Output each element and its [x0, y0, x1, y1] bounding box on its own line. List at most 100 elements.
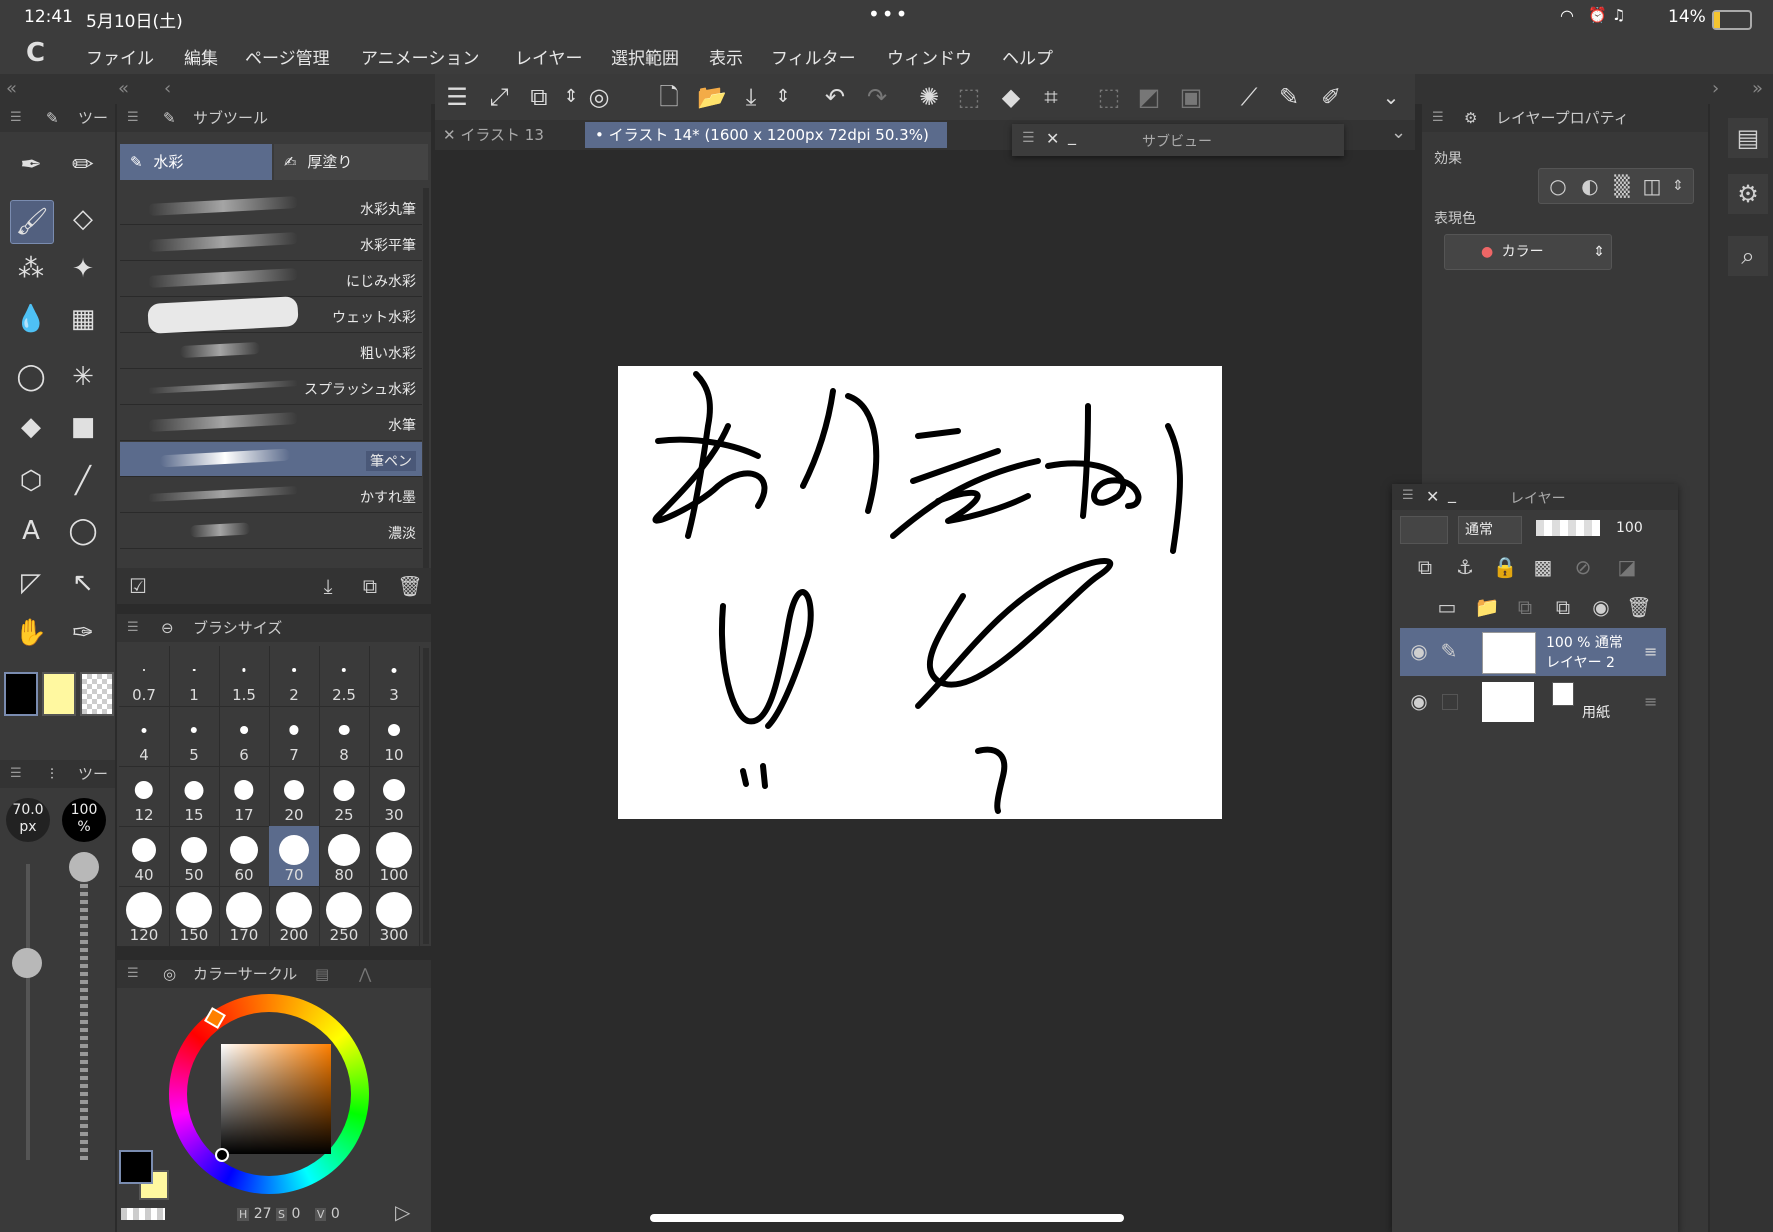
brush-size-cell[interactable]: 8	[319, 706, 370, 767]
brush-size-cell[interactable]: 15	[169, 766, 220, 827]
undo-icon[interactable]: ↶	[821, 83, 849, 111]
subtool-item-selected[interactable]: 筆ペン	[120, 442, 422, 477]
subtool-item[interactable]: 水彩平筆	[120, 226, 422, 261]
redo-icon[interactable]: ↷	[863, 83, 891, 111]
brush-size-cell[interactable]: 50	[169, 826, 220, 887]
home-indicator[interactable]	[650, 1214, 1124, 1222]
save-icon[interactable]: ⤓	[737, 83, 765, 111]
ruler-tool-icon[interactable]: ↖	[66, 566, 100, 600]
layer-type-button[interactable]	[1400, 516, 1448, 544]
brush-tool-icon[interactable]: 🖌	[10, 200, 54, 244]
subtool-item[interactable]: スプラッシュ水彩	[120, 370, 422, 405]
blend-tool-icon[interactable]: 💧	[14, 302, 48, 336]
panel-menu-icon[interactable]: ☰	[1432, 104, 1444, 132]
brush-size-cell[interactable]: 2	[269, 646, 320, 707]
clipping-icon[interactable]: ⧉	[1412, 554, 1438, 580]
lasso-tool-icon[interactable]: ◯	[14, 360, 48, 394]
tab-illust-13[interactable]: ✕ イラスト 13	[443, 124, 583, 148]
balloon-tool-icon[interactable]: ◯	[66, 514, 100, 548]
effect-more-icon[interactable]: ⇕	[1665, 173, 1691, 199]
text-tool-icon[interactable]: A	[14, 514, 48, 548]
object-tool-icon[interactable]: ⬡	[14, 464, 48, 498]
drawing-canvas[interactable]	[618, 366, 1222, 819]
menu-animation[interactable]: アニメーション	[361, 44, 479, 69]
duplicate-icon[interactable]: ⧉	[1550, 594, 1576, 620]
select-invert-icon[interactable]: ⬚	[1095, 83, 1123, 111]
trash-icon[interactable]: 🗑	[397, 573, 423, 599]
subtool-item[interactable]: にじみ水彩	[120, 262, 422, 297]
gradient-tool-icon[interactable]: ■	[66, 410, 100, 444]
extract-line-icon[interactable]: ◐	[1577, 173, 1603, 199]
panel-menu-icon[interactable]: ☰	[127, 614, 139, 642]
eyedropper-tool-icon[interactable]: ✑	[66, 616, 100, 650]
close-icon[interactable]: ✕	[1046, 129, 1059, 148]
color-slider-tab-icon[interactable]: ⋀	[359, 960, 371, 988]
transparent-swatch[interactable]	[121, 1208, 165, 1220]
drag-handle-icon[interactable]: ≡	[1644, 692, 1657, 711]
brush-size-cell[interactable]: 200	[269, 886, 320, 947]
brush-size-cell[interactable]: 20	[269, 766, 320, 827]
group-watercolor[interactable]: ✎ 水彩	[120, 144, 272, 180]
brush-stabilizer-icon[interactable]: ✎	[1275, 83, 1303, 111]
brush-size-cell[interactable]: 6	[219, 706, 270, 767]
menu-layer[interactable]: レイヤー	[515, 44, 583, 69]
brush-size-slider-handle[interactable]	[12, 948, 42, 978]
pen-icon[interactable]: ✎	[1436, 638, 1462, 664]
fill-icon[interactable]: ◆	[997, 83, 1025, 111]
tab-illust-14[interactable]: • イラスト 14* (1600 x 1200px 72dpi 50.3%)	[585, 122, 947, 148]
brush-size-cell[interactable]: 2.5	[319, 646, 370, 707]
menu-edit[interactable]: 編集	[184, 44, 218, 69]
pen-tool-icon[interactable]: ✒	[14, 148, 48, 182]
subtool-item[interactable]: 濃淡	[120, 514, 422, 549]
mesh-tool-icon[interactable]: ▦	[66, 302, 100, 336]
menu-selection[interactable]: 選択範囲	[611, 44, 679, 69]
brush-size-cell[interactable]: 10	[369, 706, 420, 767]
lock-transparency-icon[interactable]: ▩	[1530, 554, 1556, 580]
selection-clear-icon[interactable]: ⬚	[955, 83, 983, 111]
select-icon[interactable]: ◩	[1135, 83, 1163, 111]
layer-row[interactable]: ◉ 用紙 ≡	[1400, 678, 1666, 726]
expression-color-select[interactable]: ● カラー ⇕	[1444, 234, 1612, 270]
brush-size-cell[interactable]: 30	[369, 766, 420, 827]
sub-color-swatch[interactable]	[42, 672, 76, 716]
menu-file[interactable]: ファイル	[86, 44, 154, 69]
frame-tool-icon[interactable]: ◸	[14, 566, 48, 600]
blend-mode-select[interactable]: 通常	[1458, 516, 1522, 544]
crop-icon[interactable]: ⌗	[1037, 83, 1065, 111]
brush-size-slider[interactable]	[12, 864, 42, 1160]
brush-size-cell[interactable]: 5	[169, 706, 220, 767]
navigator-icon[interactable]: ▤	[1728, 118, 1768, 158]
brush-size-cell[interactable]: 70	[269, 826, 320, 887]
brush-size-cell[interactable]: 250	[319, 886, 370, 947]
group-thick-paint[interactable]: ✍ 厚塗り	[274, 144, 428, 180]
select-border-icon[interactable]: ▣	[1177, 83, 1205, 111]
reference-icon[interactable]: ⚓	[1452, 554, 1478, 580]
brush-size-cell[interactable]: 100	[369, 826, 420, 887]
tab-close-icon[interactable]: ✕	[443, 126, 460, 144]
search-layer-icon[interactable]: ⌕	[1728, 236, 1768, 276]
layer-mask-icon[interactable]: ◉	[1588, 594, 1614, 620]
airbrush-tool-icon[interactable]: ⁂	[14, 252, 48, 286]
smart-icon[interactable]: ◎	[585, 83, 613, 111]
hand-tool-icon[interactable]: ✋	[14, 616, 48, 650]
eraser-tool-icon[interactable]: ◇	[66, 202, 100, 236]
panel-menu-icon[interactable]: ☰	[10, 760, 22, 788]
brush-size-cell[interactable]: 1	[169, 646, 220, 707]
lock-icon[interactable]: 🔒	[1492, 554, 1518, 580]
panel-menu-icon[interactable]: ☰	[1022, 130, 1035, 146]
brush-size-cell[interactable]: 3	[369, 646, 420, 707]
drag-handle-icon[interactable]: ≡	[1644, 642, 1657, 661]
new-file-icon[interactable]: 🗋	[655, 83, 683, 111]
collapse-right2-icon[interactable]: »	[1752, 78, 1763, 99]
close-icon[interactable]: ✕	[1426, 487, 1439, 506]
collapse-right-icon[interactable]: ›	[1712, 78, 1719, 99]
collapse-left2-icon[interactable]: «	[118, 78, 129, 99]
tone-icon[interactable]: ▒	[1609, 173, 1635, 199]
color-mode-icon[interactable]: ▷	[395, 1200, 410, 1224]
subtool-scrollbar[interactable]	[423, 188, 429, 568]
color-set-tab-icon[interactable]: ▤	[315, 960, 329, 988]
open-folder-icon[interactable]: 📂	[697, 83, 727, 111]
menu-view[interactable]: 表示	[709, 44, 743, 69]
minimize-icon[interactable]: _	[1068, 126, 1076, 145]
subtool-item[interactable]: ウェット水彩	[120, 296, 422, 334]
